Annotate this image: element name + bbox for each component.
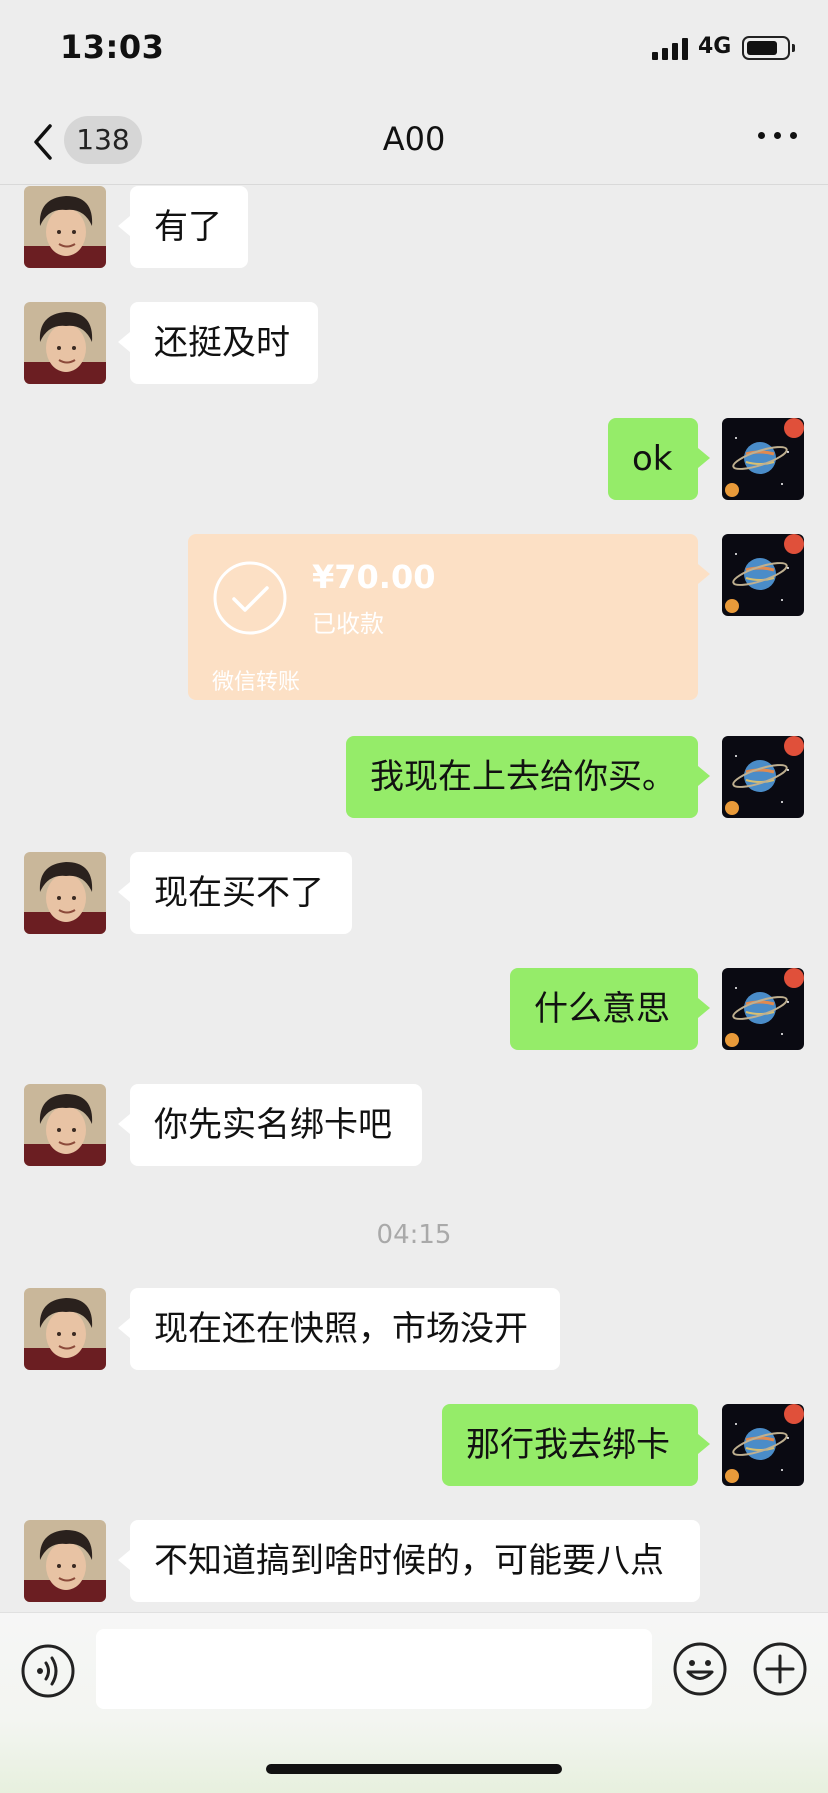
sent-message: 那行我去绑卡 xyxy=(0,1404,828,1486)
message-bubble[interactable]: 有了 xyxy=(118,186,248,268)
my-avatar[interactable] xyxy=(722,968,804,1050)
my-avatar[interactable] xyxy=(722,736,804,818)
message-bubble[interactable]: 现在还在快照，市场没开 xyxy=(118,1288,560,1370)
sent-message: 我现在上去给你买。 xyxy=(0,736,828,818)
received-message: 现在买不了 xyxy=(0,852,828,934)
received-message: 还挺及时 xyxy=(0,302,828,384)
message-bubble[interactable]: 我现在上去给你买。 xyxy=(346,736,710,818)
transfer-card[interactable]: ¥70.00 已收款 微信转账 xyxy=(188,534,710,700)
chat-header: 138 A00 xyxy=(0,100,828,185)
message-input[interactable] xyxy=(96,1629,652,1709)
my-avatar[interactable] xyxy=(722,1404,804,1486)
contact-avatar[interactable] xyxy=(24,186,106,268)
received-message: 有了 xyxy=(0,186,828,268)
status-bar: 13:03 4G xyxy=(0,0,828,100)
emoji-icon[interactable] xyxy=(672,1641,728,1697)
network-type: 4G xyxy=(698,34,732,59)
signal-icon xyxy=(652,38,688,60)
transfer-label: 微信转账 xyxy=(212,670,301,695)
message-bubble[interactable]: 什么意思 xyxy=(510,968,710,1050)
home-indicator xyxy=(266,1764,562,1774)
check-circle-icon xyxy=(213,561,287,635)
received-message: 现在还在快照，市场没开 xyxy=(0,1288,828,1370)
message-bubble[interactable]: 那行我去绑卡 xyxy=(442,1404,710,1486)
plus-icon[interactable] xyxy=(752,1641,808,1697)
received-message: 你先实名绑卡吧 xyxy=(0,1084,828,1166)
contact-avatar[interactable] xyxy=(24,1288,106,1370)
contact-avatar[interactable] xyxy=(24,852,106,934)
sent-message: ok xyxy=(0,418,828,500)
message-bubble[interactable]: ok xyxy=(608,418,710,500)
sent-message: ¥70.00 已收款 微信转账 xyxy=(0,534,828,700)
received-message: 不知道搞到啥时候的，可能要八点 xyxy=(0,1520,828,1602)
message-bubble[interactable]: 现在买不了 xyxy=(118,852,352,934)
my-avatar[interactable] xyxy=(722,534,804,616)
transfer-amount: ¥70.00 xyxy=(312,558,436,596)
chat-title: A00 xyxy=(382,120,446,158)
status-time: 13:03 xyxy=(60,28,165,66)
contact-avatar[interactable] xyxy=(24,1084,106,1166)
message-bubble[interactable]: 不知道搞到啥时候的，可能要八点 xyxy=(118,1520,700,1602)
contact-avatar[interactable] xyxy=(24,1520,106,1602)
message-bubble[interactable]: 你先实名绑卡吧 xyxy=(118,1084,422,1166)
my-avatar[interactable] xyxy=(722,418,804,500)
message-timestamp: 04:15 xyxy=(376,1220,452,1250)
battery-icon xyxy=(742,36,795,60)
voice-icon[interactable] xyxy=(20,1643,76,1699)
transfer-status: 已收款 xyxy=(312,610,384,638)
sent-message: 什么意思 xyxy=(0,968,828,1050)
more-icon[interactable] xyxy=(758,128,798,140)
contact-avatar[interactable] xyxy=(24,302,106,384)
message-bubble[interactable]: 还挺及时 xyxy=(118,302,318,384)
